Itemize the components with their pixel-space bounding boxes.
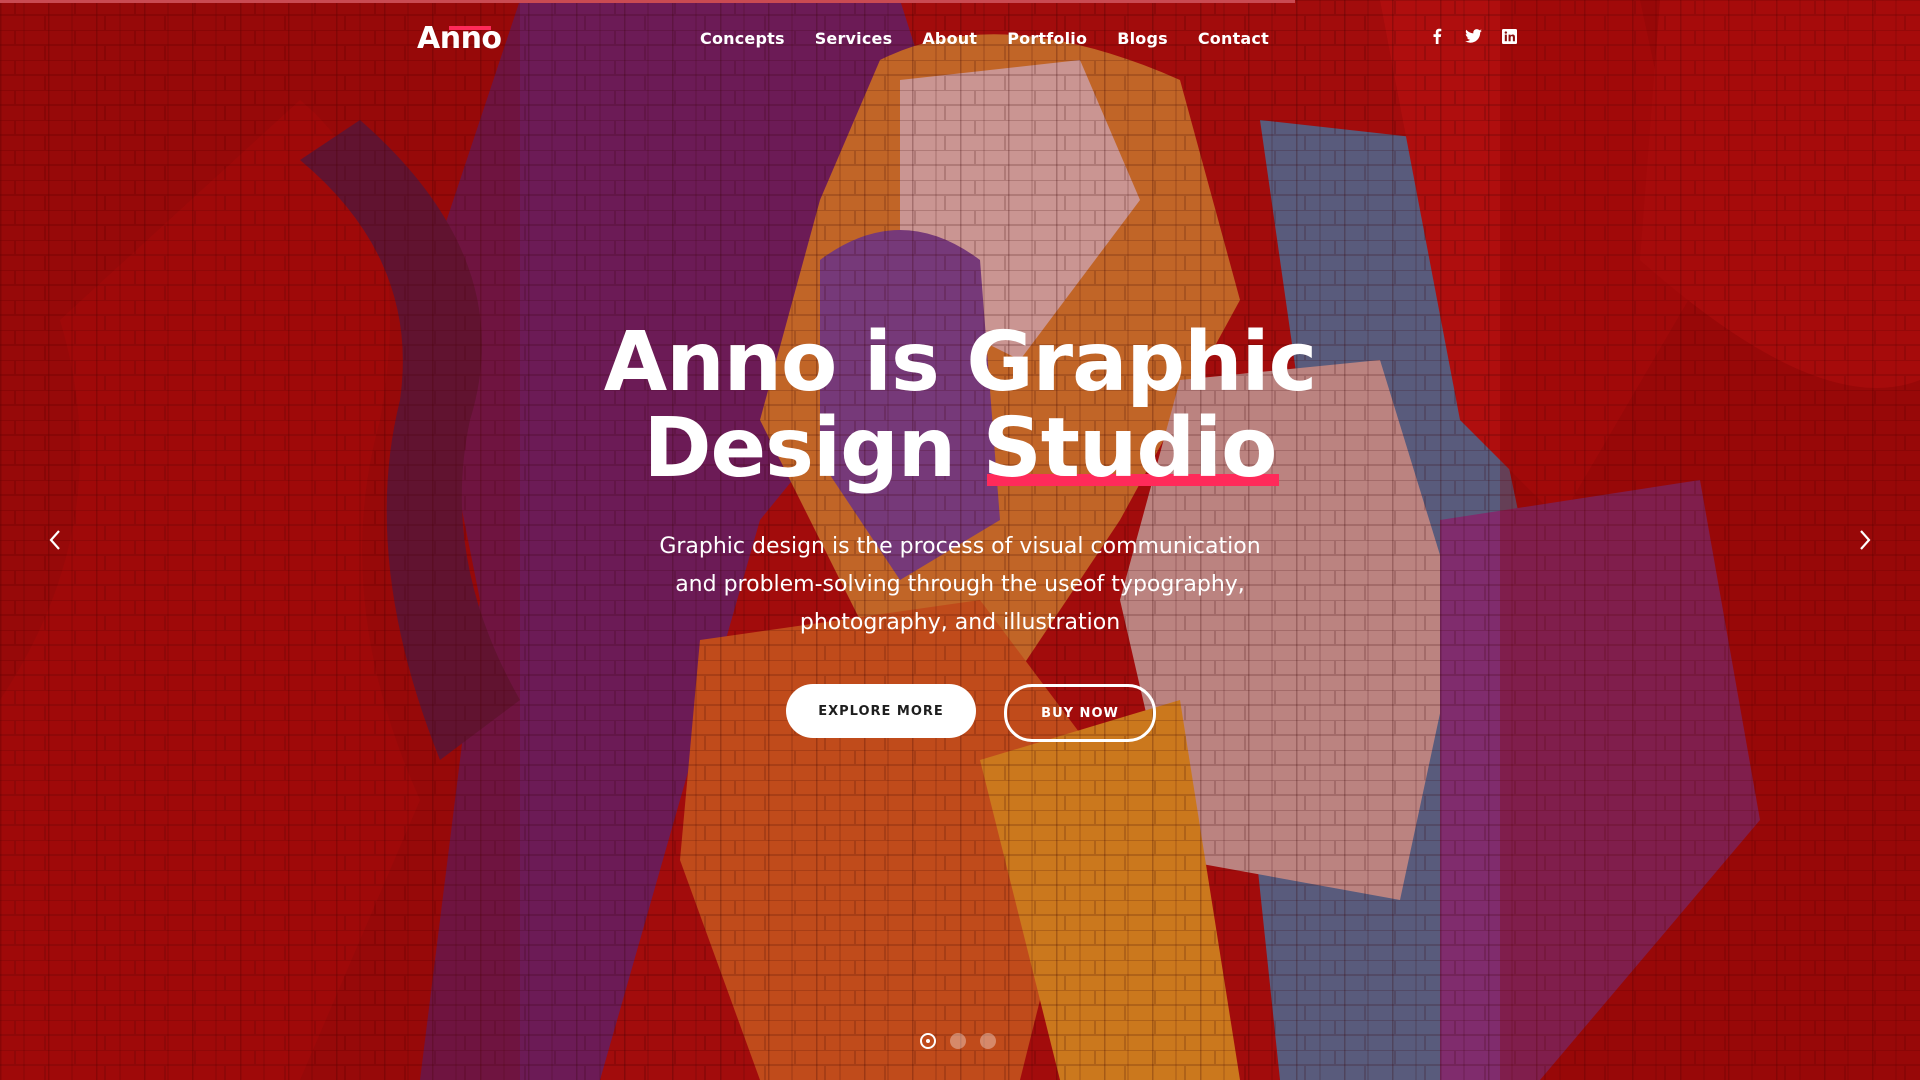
hero-cta-row: EXPLORE MORE BUY NOW: [0, 684, 1920, 742]
nav-item-about[interactable]: About: [922, 28, 977, 50]
hero-slider: Anno Concepts Services About Portfolio B…: [0, 0, 1920, 1080]
twitter-icon[interactable]: [1464, 27, 1482, 45]
slide-dot-1[interactable]: [920, 1033, 936, 1049]
hero-headline: Anno is Graphic Design Studio: [0, 320, 1920, 492]
headline-accent-word: Studio: [983, 406, 1279, 492]
buy-now-button[interactable]: BUY NOW: [1004, 684, 1156, 742]
slider-pagination: [920, 1033, 996, 1049]
facebook-icon[interactable]: [1428, 27, 1446, 45]
nav-item-portfolio[interactable]: Portfolio: [1007, 28, 1087, 50]
slide-dot-2[interactable]: [950, 1033, 966, 1049]
nav-item-concepts[interactable]: Concepts: [700, 28, 785, 50]
nav-item-services[interactable]: Services: [815, 28, 893, 50]
site-header: Anno Concepts Services About Portfolio B…: [0, 0, 1920, 78]
headline-accent-text: Studio: [982, 401, 1278, 496]
social-links: [1428, 27, 1518, 45]
headline-line-2-prefix: Design: [643, 401, 956, 496]
main-nav: Concepts Services About Portfolio Blogs …: [700, 28, 1269, 50]
linkedin-icon[interactable]: [1500, 27, 1518, 45]
hero-content: Anno is Graphic Design Studio Graphic de…: [0, 320, 1920, 742]
hero-subtitle: Graphic design is the process of visual …: [659, 534, 1261, 635]
nav-item-blogs[interactable]: Blogs: [1117, 28, 1168, 50]
nav-item-contact[interactable]: Contact: [1198, 28, 1269, 50]
explore-more-button[interactable]: EXPLORE MORE: [786, 684, 976, 738]
slide-dot-3[interactable]: [980, 1033, 996, 1049]
headline-line-1: Anno is Graphic: [603, 315, 1317, 410]
logo-accent-bar: [449, 26, 491, 30]
